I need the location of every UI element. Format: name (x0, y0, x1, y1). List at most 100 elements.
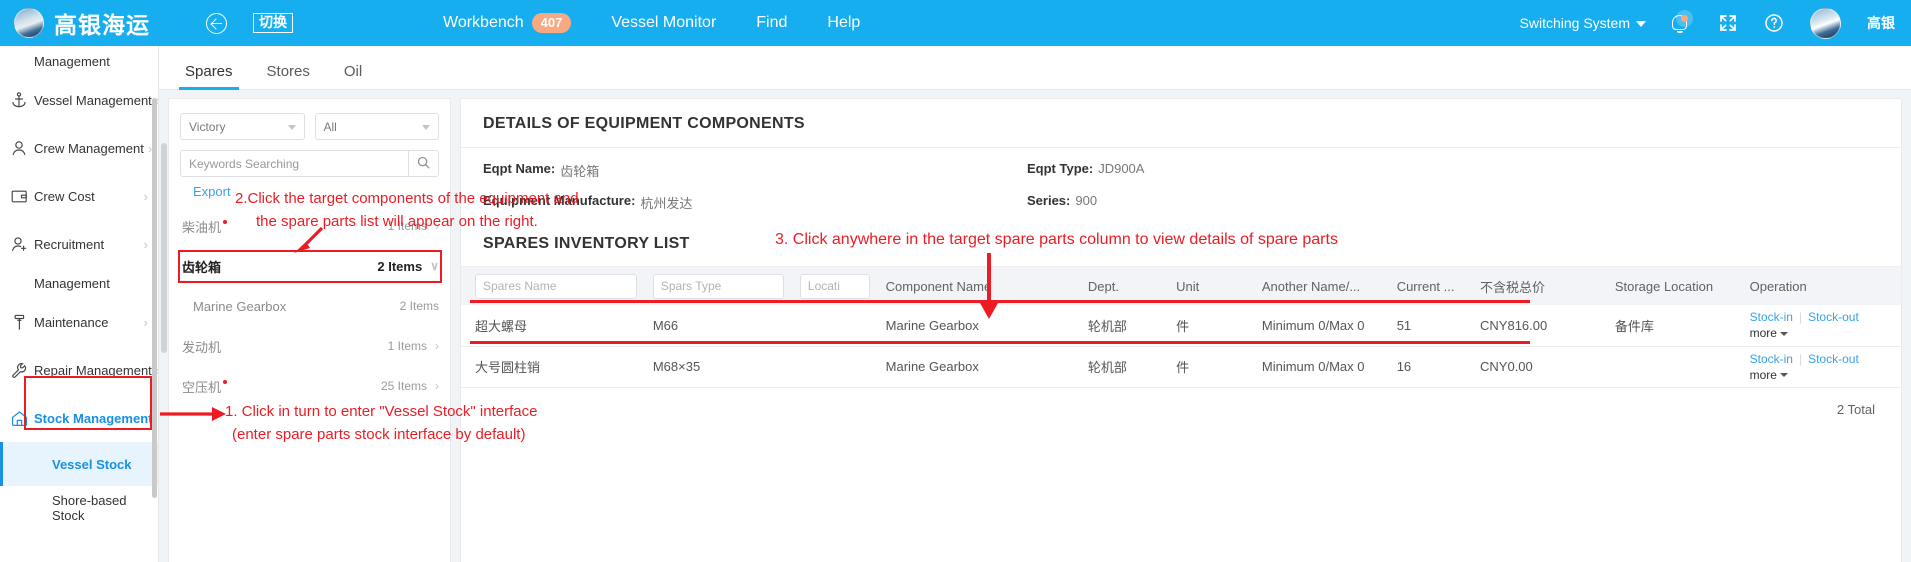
annotation-arrow-step2 (294, 226, 324, 253)
stock-out-button[interactable]: Stock-out (1808, 352, 1859, 366)
field-value: 杭州发达 (640, 196, 693, 211)
type-select-value: All (323, 119, 337, 134)
more-button[interactable]: more (1750, 368, 1788, 382)
switching-system-button[interactable]: Switching System (1520, 15, 1646, 31)
person-add-icon (8, 236, 30, 253)
cell-another-name: Minimum 0/Max 0 (1253, 346, 1389, 388)
sidebar-label-crew-cost: Crew Cost (34, 188, 95, 204)
chevron-down-icon: ∨ (430, 259, 439, 273)
cell-location (791, 305, 878, 347)
nav-item-find[interactable]: Find (756, 14, 787, 32)
sidebar-item-vessel-management[interactable]: Vessel Management › (0, 76, 158, 124)
top-bar: 高银海运 切换 Workbench 407 Vessel Monitor Fin… (0, 0, 1911, 46)
stock-in-button[interactable]: Stock-in (1750, 310, 1793, 324)
sidebar-collapse-icon[interactable] (206, 12, 227, 34)
wallet-icon (8, 189, 30, 204)
export-button[interactable]: Export (193, 184, 231, 199)
spares-inventory-table: Spares Name Spars Type Locati Component … (461, 267, 1901, 388)
annotation-step1-line1: 1. Click in turn to enter "Vessel Stock"… (225, 403, 538, 420)
tree-item-label: 柴油机 (182, 219, 222, 235)
tab-stores[interactable]: Stores (267, 63, 310, 89)
details-title: DETAILS OF EQUIPMENT COMPONENTS (461, 99, 1901, 148)
avatar[interactable] (1810, 7, 1841, 39)
chevron-right-icon: › (143, 188, 148, 204)
cell-unit: 件 (1168, 346, 1254, 388)
sidebar-label-recruitment: Recruitment (34, 236, 105, 252)
content-scrollbar[interactable] (161, 143, 167, 353)
sidebar-item-crew-management[interactable]: Crew Management › (0, 124, 158, 172)
stock-in-button[interactable]: Stock-in (1750, 352, 1793, 366)
tree-item-air-compressor[interactable]: 空压机 25 Items › (169, 366, 450, 406)
search-input[interactable]: Keywords Searching (180, 150, 409, 177)
field-key: Eqpt Type: (1027, 161, 1094, 176)
more-label: more (1749, 326, 1777, 341)
tab-spares[interactable]: Spares (179, 63, 239, 90)
sidebar-wrapped-label-recruitment: Management (34, 275, 110, 291)
tree-item-engine[interactable]: 发动机 1 Items › (169, 326, 450, 366)
tree-item-marine-gearbox[interactable]: Marine Gearbox 2 Items (169, 286, 450, 326)
field-key: Eqpt Name: (483, 161, 556, 176)
cell-operation: Stock-in | Stock-out more (1741, 305, 1901, 347)
search-button[interactable] (409, 150, 439, 177)
fullscreen-icon[interactable] (1718, 13, 1738, 33)
help-icon[interactable] (1764, 13, 1784, 33)
tab-oil[interactable]: Oil (344, 63, 362, 89)
nav-label-vessel-monitor: Vessel Monitor (611, 14, 717, 31)
filter-placeholder: Spars Type (660, 279, 722, 293)
tool-icon (8, 314, 30, 331)
status-dot-icon (223, 380, 228, 384)
stock-out-button[interactable]: Stock-out (1808, 310, 1859, 324)
cell-spars-type: M68×35 (644, 346, 792, 388)
sidebar-scrollbar[interactable] (152, 98, 157, 498)
status-dot-icon (223, 220, 228, 224)
annotation-arrow-step1 (160, 407, 226, 421)
sidebar-label-shore-based-stock: Shore-based Stock (52, 493, 127, 523)
sidebar-item-vessel-stock[interactable]: Vessel Stock (0, 442, 158, 486)
details-fields: Eqpt Name: 齿轮箱 Eqpt Type: JD900A Equipme… (461, 148, 1901, 212)
details-pane: DETAILS OF EQUIPMENT COMPONENTS Eqpt Nam… (460, 98, 1902, 562)
filter-spars-type[interactable]: Spars Type (652, 273, 784, 299)
switch-button[interactable]: 切换 (253, 12, 293, 34)
filter-placeholder: Spares Name (483, 279, 557, 293)
table-row[interactable]: 大号圆柱销 M68×35 Marine Gearbox 轮机部 件 Minimu… (461, 346, 1901, 388)
filter-spares-name[interactable]: Spares Name (475, 273, 637, 299)
divider: | (1798, 310, 1803, 325)
person-icon (8, 140, 30, 157)
nav-item-workbench[interactable]: Workbench 407 (443, 12, 572, 34)
cell-unit: 件 (1168, 305, 1254, 347)
table-row[interactable]: 超大螺母 M66 Marine Gearbox 轮机部 件 Minimum 0/… (461, 305, 1901, 347)
tree-item-label: Marine Gearbox (193, 298, 287, 314)
type-select[interactable]: All (314, 113, 439, 140)
sidebar-item-shore-based-stock[interactable]: Shore-based Stock (0, 486, 158, 530)
nav-label-find: Find (756, 14, 788, 31)
filter-select-row: Victory All (169, 99, 450, 140)
sidebar-item-crew-cost[interactable]: Crew Cost › (0, 172, 158, 220)
annotation-line-row-bottom (470, 341, 1530, 344)
cell-dept: 轮机部 (1079, 305, 1169, 347)
sidebar-item-repair-management[interactable]: Repair Management › (0, 346, 158, 394)
sidebar-label-vessel-stock: Vessel Stock (52, 456, 132, 472)
cell-current: 51 (1388, 305, 1473, 347)
sidebar-item-maintenance[interactable]: Maintenance › (0, 298, 158, 346)
cell-storage-location (1606, 346, 1742, 388)
switching-system-label: Switching System (1519, 15, 1630, 31)
home-icon (8, 410, 30, 427)
tab-label-oil: Oil (343, 63, 363, 80)
th-operation: Operation (1741, 267, 1901, 305)
total-count: 2 Total (1836, 401, 1875, 417)
nav-item-vessel-monitor[interactable]: Vessel Monitor (611, 14, 716, 32)
field-value: 900 (1075, 193, 1098, 208)
tab-label-spares: Spares (185, 63, 233, 80)
sidebar-label-repair-management: Repair Management (34, 362, 152, 378)
app-root: 高银海运 切换 Workbench 407 Vessel Monitor Fin… (0, 0, 1911, 562)
cell-price: CNY816.00 (1472, 305, 1607, 347)
vessel-select[interactable]: Victory (180, 113, 305, 140)
tree-item-label: 发动机 (182, 339, 222, 355)
sidebar-item-stock-management[interactable]: Stock Management ∨ (0, 394, 158, 442)
more-button[interactable]: more (1750, 326, 1788, 340)
nav-item-help[interactable]: Help (827, 14, 860, 32)
bell-icon[interactable] (1672, 13, 1692, 34)
sidebar-item-recruitment-management[interactable]: Recruitment › (0, 220, 158, 268)
filter-location[interactable]: Locati (799, 273, 870, 299)
chevron-right-icon: › (435, 379, 439, 393)
